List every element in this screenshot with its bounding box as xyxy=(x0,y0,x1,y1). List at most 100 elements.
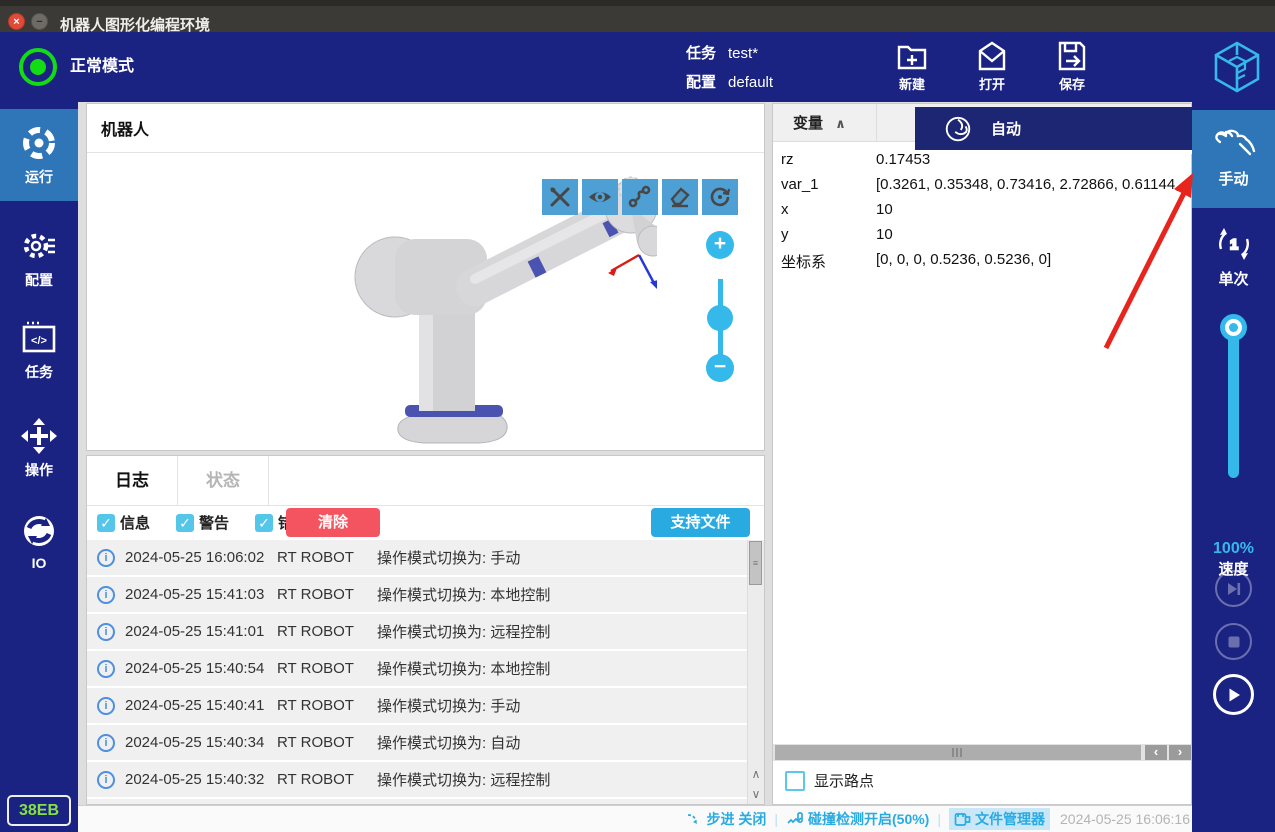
reset-view-button[interactable] xyxy=(702,179,738,215)
error-checkbox[interactable]: ✓ xyxy=(255,514,273,532)
log-row[interactable]: i 2024-05-25 15:41:03RT ROBOT操作模式切换为: 本地… xyxy=(87,577,748,612)
scroll-up-icon[interactable]: ∧ xyxy=(748,764,764,784)
step-forward-button[interactable] xyxy=(1215,570,1252,607)
sidebar-item-io[interactable]: IO xyxy=(0,497,78,589)
play-icon xyxy=(1226,687,1242,703)
info-icon: i xyxy=(97,734,115,752)
variable-row[interactable]: y10 xyxy=(773,223,1191,248)
tools-icon xyxy=(548,185,572,209)
variable-row[interactable]: 坐标系[0, 0, 0, 0.5236, 0.5236, 0] xyxy=(773,248,1191,273)
log-scrollbar-thumb[interactable]: ≡ xyxy=(749,541,762,585)
rotate-icon xyxy=(708,185,732,209)
open-file-icon xyxy=(974,38,1010,74)
show-waypoints-option: 显示路点 xyxy=(785,770,874,791)
brand-logo-icon xyxy=(1207,37,1267,97)
stop-button[interactable] xyxy=(1215,623,1252,660)
show-waypoints-checkbox[interactable] xyxy=(785,771,805,791)
log-tabs: 日志 状态 xyxy=(87,456,764,506)
io-cycle-icon xyxy=(19,511,59,551)
sidebar-item-operate[interactable]: 操作 xyxy=(0,402,78,494)
manual-mode-button[interactable]: 手动 xyxy=(1192,110,1275,208)
variable-row[interactable]: var_1[0.3261, 0.35348, 0.73416, 2.72866,… xyxy=(773,173,1191,198)
path-button[interactable] xyxy=(622,179,658,215)
info-icon: i xyxy=(97,771,115,789)
variable-row[interactable]: x10 xyxy=(773,198,1191,223)
log-row[interactable]: i 2024-05-25 15:40:32RT ROBOT操作模式切换为: 远程… xyxy=(87,762,748,797)
status-badge: 38EB xyxy=(7,795,71,826)
file-manager-button[interactable]: 文件管理器 xyxy=(949,808,1050,830)
task-label: 任务 xyxy=(686,45,716,62)
step-mode-label: 步进 关闭 xyxy=(706,809,766,829)
skip-next-icon xyxy=(1226,581,1242,597)
log-row[interactable]: i 2024-05-25 15:40:34RT ROBOT操作模式切换为: 自动 xyxy=(87,725,748,760)
robot-panel-title: 机器人 xyxy=(87,104,764,140)
collision-detection-toggle[interactable]: 碰撞检测开启(50%) xyxy=(786,809,929,829)
log-scrollbar[interactable]: ≡ ∧ ∨ xyxy=(747,540,764,804)
usb-drive-icon xyxy=(954,812,971,827)
robot-view-toolbar xyxy=(542,179,738,215)
scroll-down-icon[interactable]: ∨ xyxy=(748,784,764,804)
new-button[interactable]: 新建 xyxy=(884,36,940,98)
log-row[interactable]: i 2024-05-25 15:40:41RT ROBOT操作模式切换为: 手动 xyxy=(87,688,748,723)
task-value: test* xyxy=(728,45,758,62)
warning-filter-label: 警告 xyxy=(199,512,229,533)
info-checkbox[interactable]: ✓ xyxy=(97,514,115,532)
task-config-info: 任务test* 配置default xyxy=(686,41,773,99)
tab-log[interactable]: 日志 xyxy=(87,456,178,505)
status-timestamp: 2024-05-25 16:06:16 xyxy=(1060,811,1190,827)
warning-checkbox[interactable]: ✓ xyxy=(176,514,194,532)
single-cycle-icon: 1 xyxy=(1212,222,1256,266)
move-arrows-icon xyxy=(19,416,59,456)
log-row[interactable]: i 2024-05-25 15:41:01RT ROBOT操作模式切换为: 远程… xyxy=(87,614,748,649)
support-files-button[interactable]: 支持文件 xyxy=(651,508,750,537)
tab-status[interactable]: 状态 xyxy=(178,456,269,505)
sidebar-item-run[interactable]: 运行 xyxy=(0,109,78,201)
close-icon[interactable]: × xyxy=(8,13,25,30)
log-row[interactable]: i 2024-05-25 15:40:54RT ROBOT操作模式切换为: 本地… xyxy=(87,651,748,686)
sidebar-item-config[interactable]: 配置 xyxy=(0,212,78,304)
collapse-chevron-icon[interactable]: ∧ xyxy=(835,116,846,131)
robot-panel-header: 机器人 xyxy=(87,104,764,153)
erase-button[interactable] xyxy=(662,179,698,215)
application-window: × − 机器人图形化编程环境 正常模式 任务test* 配置default 新建… xyxy=(0,0,1275,832)
speed-slider-track[interactable] xyxy=(1228,328,1239,478)
normal-mode-status-icon xyxy=(19,48,57,86)
sidebar-item-task[interactable]: </> 任务 xyxy=(0,304,78,396)
zoom-out-button[interactable]: − xyxy=(706,354,734,382)
open-button[interactable]: 打开 xyxy=(964,36,1020,98)
log-row[interactable]: i 2024-05-25 15:40:30RT ROBOT操作模式切换为: 自动 xyxy=(87,799,748,804)
right-control-sidebar: 手动 1 单次 100% 速度 xyxy=(1192,102,1275,832)
stop-icon xyxy=(1227,635,1241,649)
info-icon: i xyxy=(97,623,115,641)
single-run-button[interactable]: 1 单次 xyxy=(1192,220,1275,300)
zoom-in-button[interactable]: + xyxy=(706,231,734,259)
step-mode-toggle[interactable]: 步进 关闭 xyxy=(686,809,766,829)
scroll-right-icon[interactable]: › xyxy=(1169,745,1191,760)
play-button[interactable] xyxy=(1213,674,1254,715)
info-icon: i xyxy=(97,549,115,567)
new-folder-icon xyxy=(894,38,930,74)
file-manager-label: 文件管理器 xyxy=(975,809,1045,829)
auto-mode-label: 自动 xyxy=(991,118,1021,139)
log-row[interactable]: i 2024-05-25 16:06:02RT ROBOT操作模式切换为: 手动 xyxy=(87,540,748,575)
save-button[interactable]: 保存 xyxy=(1044,36,1100,98)
tools-button[interactable] xyxy=(542,179,578,215)
step-icon xyxy=(686,812,702,827)
info-icon: i xyxy=(97,697,115,715)
eraser-icon xyxy=(668,185,692,209)
scroll-left-icon[interactable]: ‹ xyxy=(1145,745,1167,760)
clear-button[interactable]: 清除 xyxy=(286,508,380,537)
collision-detection-label: 碰撞检测开启(50%) xyxy=(808,809,929,829)
speed-slider-handle[interactable] xyxy=(1220,314,1247,341)
hscrollbar-thumb[interactable] xyxy=(775,745,1141,760)
separator: | xyxy=(937,811,941,827)
run-target-icon xyxy=(19,123,59,163)
status-bar: 步进 关闭 | 碰撞检测开启(50%) | 文件管理器 2024-05-25 1… xyxy=(78,805,1192,832)
minimize-icon[interactable]: − xyxy=(31,13,48,30)
separator: | xyxy=(774,811,778,827)
variables-hscrollbar[interactable]: ‹ › xyxy=(773,744,1191,761)
config-label: 配置 xyxy=(686,74,716,91)
mode-dropdown-item-auto[interactable]: 自动 xyxy=(915,107,1192,154)
zoom-slider-handle[interactable] xyxy=(707,305,733,331)
visibility-button[interactable] xyxy=(582,179,618,215)
